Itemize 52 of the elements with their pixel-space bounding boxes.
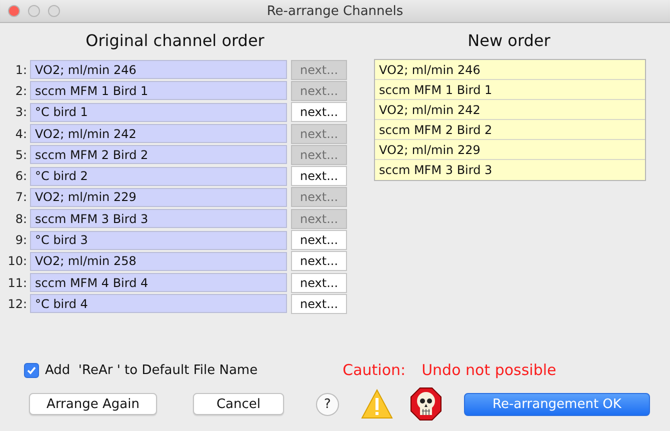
channel-field: sccm MFM 1 Bird 1 <box>30 81 287 100</box>
next-button[interactable]: next... <box>291 166 347 186</box>
channel-field: sccm MFM 3 Bird 3 <box>30 209 287 228</box>
next-button[interactable]: next... <box>291 272 347 293</box>
next-button[interactable]: next... <box>291 251 347 272</box>
row-number: 3: <box>14 105 28 120</box>
caution-label: Caution: <box>342 361 406 379</box>
row-number: 12: <box>6 296 28 311</box>
column-heading: Original channel order <box>84 31 266 52</box>
zoom-button[interactable] <box>48 5 60 17</box>
row-number: 9: <box>14 233 28 248</box>
minimize-button[interactable] <box>28 5 40 17</box>
window-title: Re-arrange Channels <box>266 4 404 18</box>
help-button[interactable]: ? <box>316 392 339 416</box>
row-number: 6: <box>14 169 28 184</box>
list-item: VO2; ml/min 229 <box>375 140 645 160</box>
column-heading: New order <box>466 31 552 52</box>
next-button[interactable]: next... <box>291 230 347 250</box>
channel-field: °C bird 3 <box>30 230 287 250</box>
row-number: 11: <box>6 276 28 290</box>
channel-field: sccm MFM 2 Bird 2 <box>30 145 287 164</box>
channel-field: °C bird 1 <box>30 102 287 122</box>
channel-field: VO2; ml/min 246 <box>30 60 287 80</box>
row-number: 10: <box>6 254 28 268</box>
channel-field: VO2; ml/min 242 <box>30 124 287 144</box>
checkbox[interactable] <box>24 362 39 378</box>
channel-field: °C bird 4 <box>30 294 287 314</box>
row-number: 8: <box>14 212 28 226</box>
list-item: sccm MFM 2 Bird 2 <box>375 120 645 140</box>
list-item: VO2; ml/min 246 <box>375 60 645 80</box>
list-item: VO2; ml/min 242 <box>375 100 645 120</box>
channel-field: °C bird 2 <box>30 166 287 186</box>
cancel-button[interactable]: Cancel <box>193 393 284 415</box>
checkbox-label: Add 'ReAr ' to Default File Name <box>45 362 258 378</box>
row-number: 5: <box>14 148 28 162</box>
close-button[interactable] <box>8 5 20 17</box>
next-button[interactable]: next... <box>291 294 347 314</box>
channel-field: VO2; ml/min 258 <box>30 252 287 271</box>
row-number: 2: <box>14 84 28 98</box>
row-number: 7: <box>14 190 28 204</box>
check-icon <box>26 364 37 376</box>
list-item: sccm MFM 3 Bird 3 <box>378 162 494 179</box>
warning-icon <box>361 389 393 419</box>
arrange-again-button[interactable]: Arrange Again <box>29 393 157 415</box>
row-number: 1: <box>14 62 28 77</box>
row-number: 4: <box>14 126 28 141</box>
caution-message: Undo not possible <box>422 361 556 379</box>
list-item: sccm MFM 1 Bird 1 <box>375 80 645 100</box>
channel-field: VO2; ml/min 229 <box>30 188 287 207</box>
skull-icon <box>410 387 442 421</box>
next-button[interactable]: next... <box>291 102 347 122</box>
channel-field: sccm MFM 4 Bird 4 <box>30 273 287 292</box>
